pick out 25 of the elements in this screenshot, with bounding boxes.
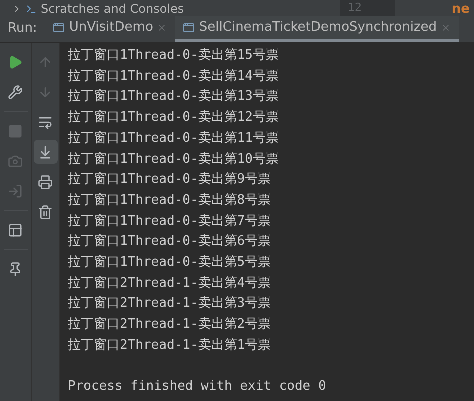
window-icon (183, 22, 196, 34)
console-line: 拉丁窗口1Thread-0-卖出第10号票 (68, 150, 280, 169)
tree-item[interactable]: Scratches and Consoles (41, 2, 184, 16)
console-line: 拉丁窗口2Thread-1-卖出第3号票 (68, 295, 272, 314)
console-line: 拉丁窗口1Thread-0-卖出第15号票 (68, 47, 280, 65)
exit-message: Process finished with exit code 0 (68, 378, 328, 396)
console-icon (26, 4, 37, 15)
console-line: 拉丁窗口2Thread-1-卖出第1号票 (68, 336, 272, 355)
window-icon (53, 22, 66, 34)
run-tab[interactable]: SellCinemaTicketDemoSynchronized (175, 16, 460, 42)
console-line: 拉丁窗口1Thread-0-卖出第9号票 (68, 171, 272, 190)
console-line: 拉丁窗口2Thread-1-卖出第4号票 (68, 274, 272, 293)
code-text: ne (452, 1, 470, 16)
console-line: 拉丁窗口1Thread-0-卖出第6号票 (68, 233, 272, 252)
console-line: 拉丁窗口2Thread-1-卖出第2号票 (68, 316, 272, 334)
console-line: 拉丁窗口1Thread-0-卖出第11号票 (68, 130, 280, 148)
console-line: 拉丁窗口1Thread-0-卖出第13号票 (68, 88, 280, 106)
run-label: Run: (7, 20, 38, 38)
console-line: 拉丁窗口1Thread-0-卖出第7号票 (68, 212, 272, 231)
console-line: 拉丁窗口1Thread-0-卖出第5号票 (68, 254, 272, 272)
scroll-to-end-icon[interactable] (34, 140, 58, 164)
run-tab[interactable]: UnVisitDemo (45, 16, 176, 42)
console-line: 拉丁窗口1Thread-0-卖出第12号票 (68, 109, 280, 128)
console-line: 拉丁窗口1Thread-0-卖出第8号票 (68, 192, 272, 210)
console-line: 拉丁窗口1Thread-0-卖出第14号票 (68, 68, 280, 86)
